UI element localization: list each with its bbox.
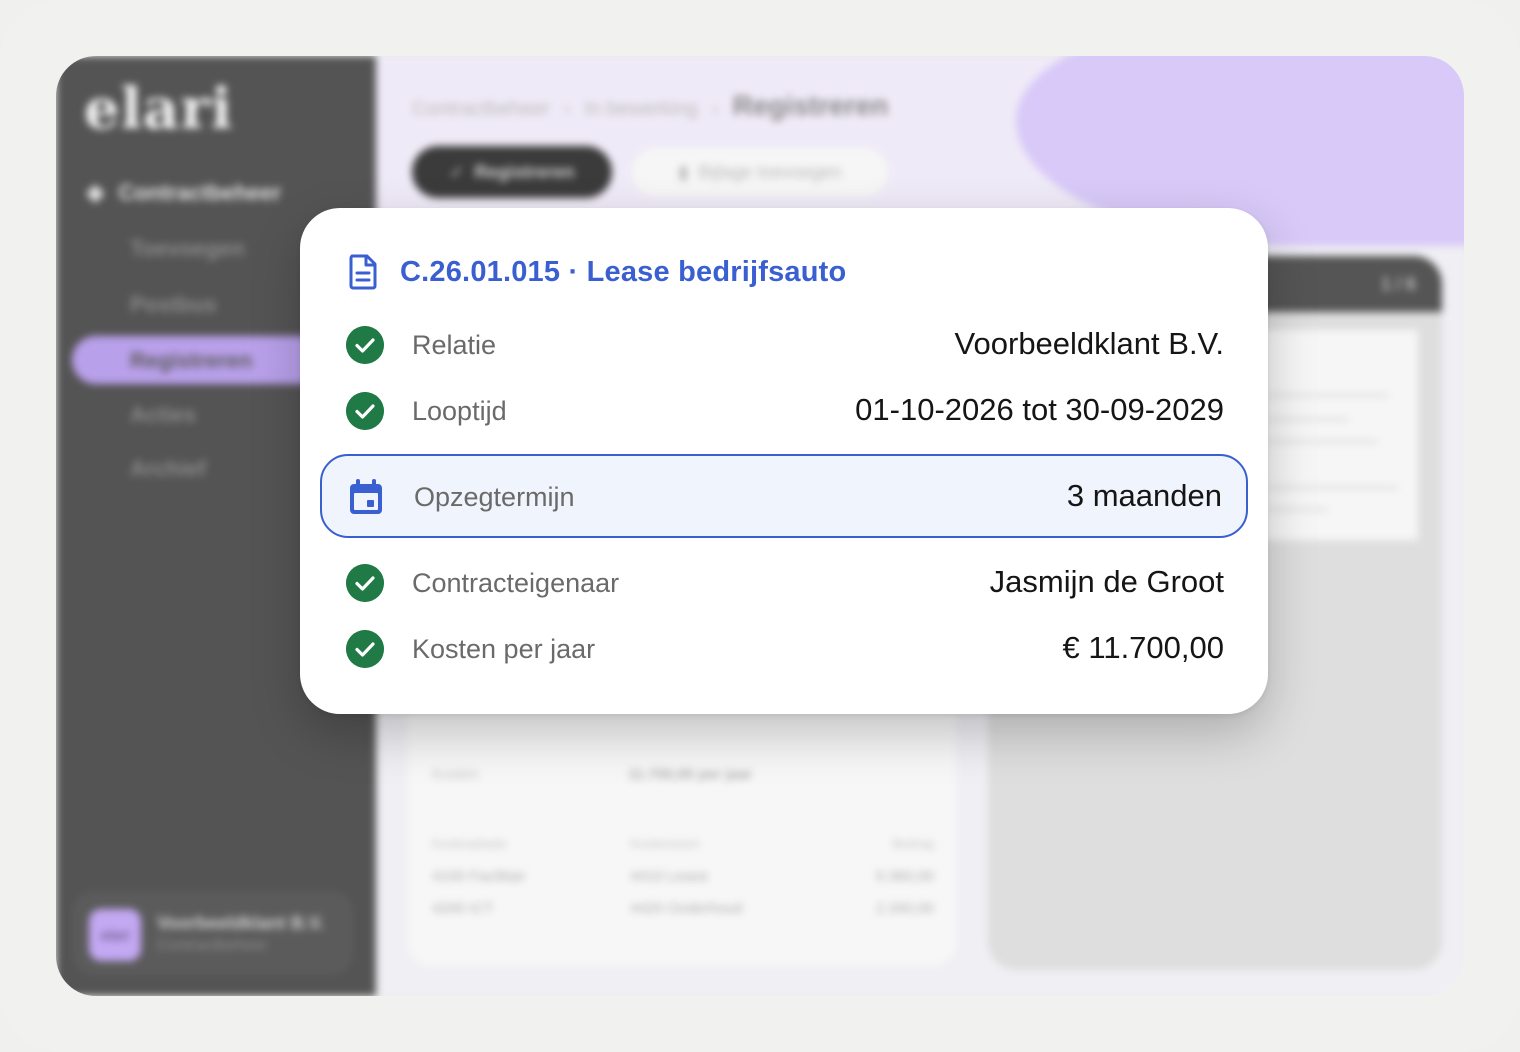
register-button-label: Registreren	[474, 161, 575, 182]
contract-summary-card: C.26.01.015 · Lease bedrijfsauto Relatie…	[300, 208, 1268, 714]
table-cell: 9.360,00	[875, 868, 934, 885]
cost-label: Kosten	[432, 766, 479, 783]
nav-section-label: Contractbeheer	[118, 179, 282, 205]
add-attachment-label: Bijlage toevoegen	[698, 161, 842, 182]
table-header: Kostenplaats	[432, 836, 508, 851]
field-label: Looptijd	[412, 396, 507, 426]
table-cell: 4100 Facilitair	[432, 868, 526, 885]
field-label: Kosten per jaar	[412, 634, 596, 664]
card-title: C.26.01.015 · Lease bedrijfsauto	[348, 254, 846, 290]
sidebar-item-acties[interactable]: Acties	[130, 402, 196, 428]
account-switcher[interactable]: elari Voorbeeldklant B.V. Contractbeheer	[74, 892, 352, 974]
breadcrumb-separator: ›	[563, 98, 571, 120]
account-name: Voorbeeldklant B.V.	[157, 913, 325, 933]
table-header: Bedrag	[892, 836, 934, 851]
file-icon: ▮	[678, 161, 689, 182]
table-cell: 2.340,00	[875, 900, 934, 917]
breadcrumb: Contractbeheer › In bewerking › Registre…	[412, 90, 888, 122]
account-subtitle: Contractbeheer	[157, 937, 268, 954]
document-thumbnail[interactable]	[1258, 330, 1418, 540]
field-value: 01-10-2026 tot 30-09-2029	[855, 392, 1224, 427]
field-value: 3 maanden	[1066, 478, 1222, 513]
check-circle-icon	[346, 326, 384, 364]
add-attachment-button[interactable]: ▮ Bijlage toevoegen	[632, 148, 888, 196]
sidebar-item-archief[interactable]: Archief	[130, 456, 206, 482]
account-avatar: elari	[89, 909, 141, 961]
page-title: Registreren	[732, 90, 889, 121]
breadcrumb-item[interactable]: Contractbeheer	[412, 98, 550, 121]
table-cell: 4420 Onderhoud	[630, 900, 743, 917]
calendar-icon	[350, 479, 382, 514]
table-cell: 4410 Lease	[630, 868, 709, 885]
document-icon	[349, 254, 377, 290]
check-icon: ✓	[449, 161, 465, 182]
doc-line	[1268, 418, 1348, 421]
main-header: Contractbeheer › In bewerking › Registre…	[376, 56, 1464, 246]
field-value: Voorbeeldklant B.V.	[954, 326, 1224, 361]
sidebar-item-postbus[interactable]: Postbus	[130, 292, 217, 318]
doc-line	[1268, 486, 1398, 489]
table-header: Kostensoort	[630, 836, 700, 851]
page-indicator: 1 / 6	[1380, 274, 1416, 294]
field-label: Opzegtermijn	[414, 482, 575, 512]
check-circle-icon	[346, 564, 384, 602]
field-label: Contracteigenaar	[412, 568, 620, 598]
table-cell: 4200 ICT	[432, 900, 494, 917]
breadcrumb-separator: ›	[711, 98, 719, 120]
sidebar-item-toevoegen[interactable]: Toevoegen	[130, 236, 245, 262]
field-label: Relatie	[412, 330, 497, 360]
check-circle-icon	[346, 392, 384, 430]
nav-section-contractbeheer[interactable]: ◆ Contractbeheer	[86, 178, 281, 207]
field-kosten-per-jaar: Kosten per jaar € 11.700,00	[346, 628, 1224, 672]
doc-line	[1268, 508, 1328, 511]
field-relatie: Relatie Voorbeeldklant B.V.	[346, 324, 1224, 368]
contract-title: C.26.01.015 · Lease bedrijfsauto	[400, 255, 847, 288]
register-button[interactable]: ✓ Registreren	[412, 146, 612, 198]
diamond-icon: ◆	[86, 179, 105, 206]
app-logo: elari	[84, 76, 233, 142]
field-value: Jasmijn de Groot	[989, 564, 1224, 599]
check-circle-icon	[346, 630, 384, 668]
doc-line	[1268, 394, 1388, 397]
sidebar-item-label: Registreren	[130, 348, 253, 373]
field-contracteigenaar: Contracteigenaar Jasmijn de Groot	[346, 562, 1224, 606]
field-looptijd: Looptijd 01-10-2026 tot 30-09-2029	[346, 390, 1224, 434]
breadcrumb-item[interactable]: In bewerking	[585, 98, 698, 121]
field-opzegtermijn[interactable]: Opzegtermijn 3 maanden	[320, 454, 1248, 538]
field-value: € 11.700,00	[1062, 630, 1224, 665]
cost-value: 11.700,00 per jaar	[628, 766, 753, 783]
doc-line	[1268, 440, 1378, 443]
